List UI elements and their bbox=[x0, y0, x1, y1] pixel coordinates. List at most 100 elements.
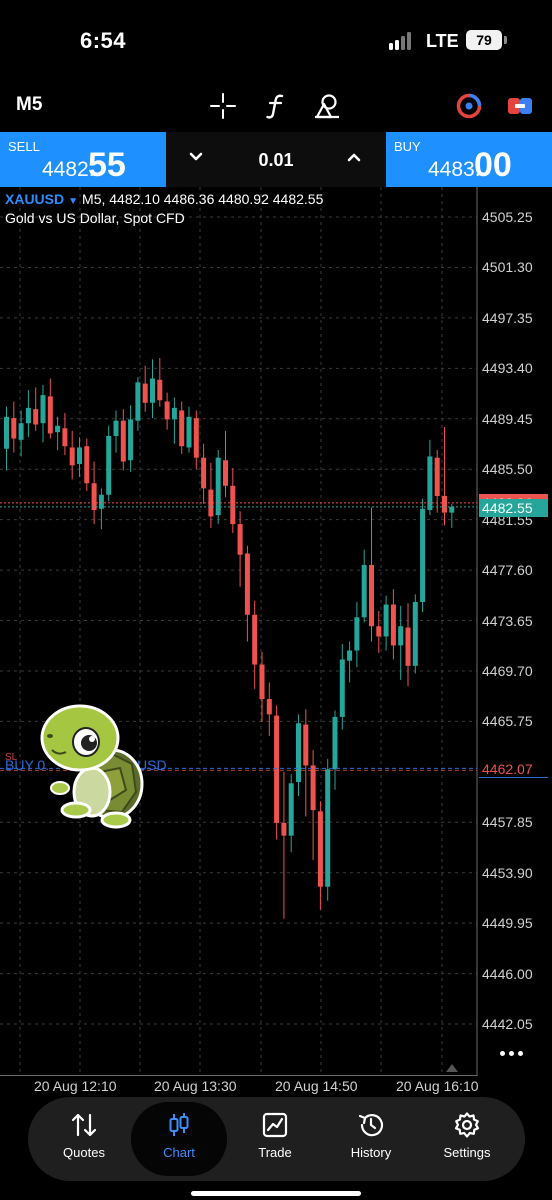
candle-body bbox=[383, 604, 389, 637]
time-tick-label: 20 Aug 12:10 bbox=[34, 1078, 117, 1094]
candle-body bbox=[310, 765, 316, 811]
status-time: 6:54 bbox=[80, 28, 127, 53]
candle-body bbox=[120, 420, 126, 462]
price-tick-label: 4469.70 bbox=[482, 662, 533, 679]
carrier-label: LTE bbox=[426, 31, 459, 51]
account-icon[interactable] bbox=[455, 92, 483, 120]
chart-icon bbox=[169, 1113, 189, 1136]
candle-body bbox=[288, 783, 294, 836]
candle-body bbox=[230, 485, 236, 525]
bid-price-tag: 4482.55 bbox=[479, 499, 548, 517]
signal-icon bbox=[389, 32, 417, 50]
price-tick-label: 4442.05 bbox=[482, 1016, 533, 1032]
candle-body bbox=[223, 460, 228, 486]
more-options-icon[interactable] bbox=[500, 1048, 526, 1058]
candle-body bbox=[113, 420, 119, 436]
candle-body bbox=[354, 617, 360, 651]
price-tick-label: 4485.50 bbox=[482, 461, 533, 478]
candle-body bbox=[4, 416, 9, 449]
candle-body bbox=[142, 383, 148, 403]
candle-body bbox=[106, 435, 112, 495]
candle-body bbox=[62, 428, 68, 447]
buy-price-small: 4483. bbox=[428, 158, 481, 181]
candle-body bbox=[266, 699, 272, 715]
time-tick-label: 20 Aug 16:10 bbox=[396, 1078, 479, 1094]
candle-body bbox=[347, 650, 353, 661]
candle-body bbox=[201, 457, 207, 489]
candle-body bbox=[303, 724, 309, 766]
candle-body bbox=[369, 564, 374, 627]
candle-body bbox=[427, 456, 433, 511]
candle-body bbox=[179, 410, 185, 447]
tab-quotes[interactable]: Quotes bbox=[36, 1097, 132, 1181]
candle-body bbox=[325, 769, 331, 887]
bottom-tab-bar: Quotes Chart Trade History Settings bbox=[28, 1097, 525, 1181]
price-tick-label: 4465.75 bbox=[482, 713, 533, 730]
battery-tip bbox=[504, 36, 507, 44]
sell-button[interactable]: SELL 4482. 55 bbox=[0, 132, 166, 187]
tab-history-label: History bbox=[350, 1145, 392, 1160]
function-icon[interactable] bbox=[262, 92, 290, 120]
buy-price-big: 00 bbox=[474, 146, 512, 184]
tab-chart-label: Chart bbox=[163, 1145, 195, 1160]
time-tick-label: 20 Aug 13:30 bbox=[154, 1078, 237, 1094]
candle-body bbox=[296, 723, 301, 783]
price-tick-label: 4505.25 bbox=[482, 209, 533, 225]
chart-symbol-header: XAUUSD ▼ M5, 4482.10 4486.36 4480.92 4482.… bbox=[5, 191, 323, 207]
candle-body bbox=[55, 425, 61, 433]
buy-button[interactable]: BUY 4483. 00 bbox=[386, 132, 552, 187]
candle-body bbox=[376, 626, 382, 637]
sell-price-small: 4482. bbox=[42, 158, 95, 181]
settings-icon bbox=[454, 1112, 480, 1138]
chart-toolbar: M5 bbox=[0, 80, 552, 132]
tab-history[interactable]: History bbox=[323, 1097, 419, 1181]
price-tick-label: 4501.30 bbox=[482, 259, 533, 276]
candle-body bbox=[339, 659, 345, 717]
price-tick-label: 4453.90 bbox=[482, 864, 533, 881]
candle-body bbox=[47, 396, 53, 434]
tab-settings[interactable]: Settings bbox=[419, 1097, 515, 1181]
buy-label: BUY bbox=[394, 139, 421, 154]
price-tick-label: 4457.85 bbox=[482, 814, 533, 831]
candle-body bbox=[69, 447, 75, 466]
candle-body bbox=[157, 379, 163, 401]
price-tick-label: 4446.00 bbox=[482, 965, 533, 982]
tab-trade[interactable]: Trade bbox=[227, 1097, 323, 1181]
volume-control: 0.01 bbox=[166, 132, 386, 187]
candle-body bbox=[244, 553, 250, 615]
candle-body bbox=[398, 626, 404, 646]
candle-body bbox=[317, 811, 323, 887]
status-bar: 6:54 LTE 79 bbox=[0, 0, 552, 80]
candle-body bbox=[442, 496, 447, 513]
candle-body bbox=[259, 664, 265, 700]
candle-body bbox=[186, 416, 192, 448]
chevron-up-icon[interactable] bbox=[343, 146, 365, 168]
objects-icon[interactable] bbox=[313, 92, 341, 120]
price-tick-label: 4449.95 bbox=[482, 915, 533, 932]
price-chart[interactable] bbox=[0, 187, 552, 1077]
candle-body bbox=[164, 401, 170, 420]
tab-chart[interactable]: Chart bbox=[131, 1102, 227, 1176]
sell-label: SELL bbox=[8, 139, 40, 154]
symbol-description: Gold vs US Dollar, Spot CFD bbox=[5, 210, 185, 226]
crosshair-icon[interactable] bbox=[209, 92, 237, 120]
turtle-sticker-image bbox=[40, 704, 144, 829]
candle-body bbox=[135, 382, 141, 421]
candle-body bbox=[274, 715, 280, 823]
symbol-name[interactable]: XAUUSD bbox=[5, 191, 64, 207]
candle-body bbox=[33, 409, 39, 425]
ohlc-values: M5, 4482.10 4486.36 4480.92 4482.55 bbox=[82, 191, 324, 207]
price-tick-label: 4477.60 bbox=[482, 562, 533, 579]
candle-body bbox=[252, 614, 258, 665]
chart-shift-marker bbox=[446, 1064, 458, 1072]
timeframe-button[interactable]: M5 bbox=[16, 94, 42, 116]
candle-body bbox=[434, 457, 440, 497]
price-tick-label: 4497.35 bbox=[482, 309, 533, 326]
symbol-dropdown-icon[interactable]: ▼ bbox=[68, 196, 78, 207]
price-tick-label: 4493.40 bbox=[482, 360, 533, 377]
trade-chart-icon bbox=[262, 1112, 288, 1138]
candle-body bbox=[40, 395, 46, 424]
candle-body bbox=[171, 407, 177, 420]
trade-icon[interactable] bbox=[506, 92, 534, 120]
tab-trade-label: Trade bbox=[258, 1145, 292, 1160]
